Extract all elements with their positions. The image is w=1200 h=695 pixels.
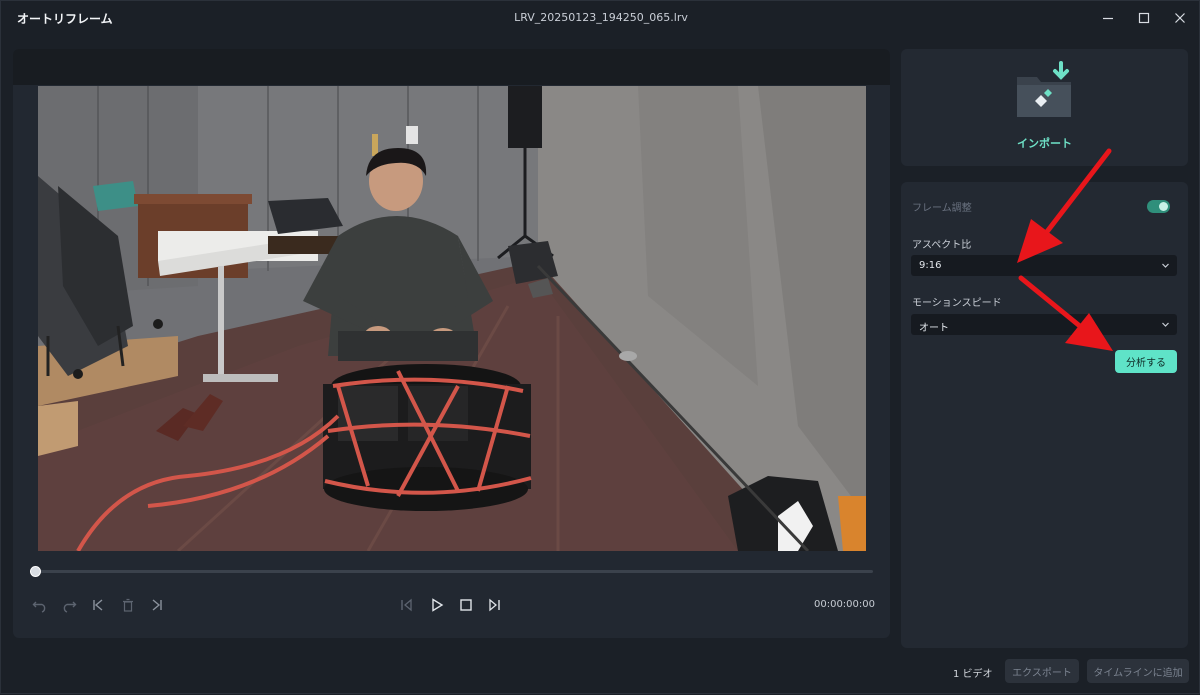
chevron-down-icon	[1162, 322, 1169, 327]
video-frame-image	[38, 86, 866, 551]
preview-panel: 00:00:00:00	[13, 49, 890, 638]
aspect-ratio-value: 9:16	[919, 260, 942, 271]
motion-speed-select[interactable]: オート	[911, 314, 1177, 335]
go-to-start-button[interactable]	[88, 595, 108, 615]
step-back-icon	[401, 598, 412, 612]
redo-button[interactable]	[59, 595, 79, 615]
play-icon	[432, 598, 444, 612]
reframe-settings-panel: フレーム調整 アスペクト比 9:16 モーションスピード オート 分析する	[901, 182, 1188, 648]
close-icon	[1175, 13, 1185, 23]
import-label: インポート	[1017, 137, 1072, 150]
aspect-ratio-select[interactable]: 9:16	[911, 255, 1177, 276]
add-to-timeline-button[interactable]: タイムラインに追加	[1087, 659, 1189, 683]
previous-frame-button[interactable]	[396, 595, 416, 615]
go-to-end-button[interactable]	[147, 595, 167, 615]
skip-end-icon	[152, 599, 162, 611]
timeline-track[interactable]	[36, 570, 873, 573]
stop-icon	[460, 599, 472, 611]
import-folder-icon	[1017, 61, 1071, 117]
auto-reframe-window: オートリフレーム LRV_20250123_194250_065.lrv 00:…	[0, 0, 1200, 694]
close-button[interactable]	[1163, 5, 1197, 31]
frame-adjust-toggle[interactable]	[1147, 200, 1170, 213]
step-forward-icon	[489, 598, 500, 612]
export-button[interactable]: エクスポート	[1005, 659, 1079, 683]
file-name: LRV_20250123_194250_065.lrv	[514, 11, 688, 24]
minimize-icon	[1103, 17, 1113, 20]
skip-start-icon	[93, 599, 103, 611]
redo-icon	[63, 601, 77, 613]
analyze-button[interactable]: 分析する	[1115, 350, 1177, 373]
play-button[interactable]	[427, 595, 447, 615]
maximize-icon	[1138, 12, 1150, 24]
undo-button[interactable]	[30, 595, 50, 615]
delete-button[interactable]	[118, 595, 138, 615]
trash-icon	[123, 598, 133, 612]
timecode-display: 00:00:00:00	[813, 599, 875, 610]
maximize-button[interactable]	[1127, 5, 1161, 31]
minimize-button[interactable]	[1091, 5, 1125, 31]
aspect-ratio-label: アスペクト比	[912, 240, 972, 251]
frame-adjust-label: フレーム調整	[912, 203, 972, 214]
undo-icon	[32, 601, 46, 613]
motion-speed-label: モーションスピード	[912, 298, 1002, 309]
chevron-down-icon	[1162, 263, 1169, 268]
title-bar: オートリフレーム LRV_20250123_194250_065.lrv	[1, 1, 1200, 35]
preview-header-bar	[13, 49, 890, 85]
motion-speed-value: オート	[919, 323, 949, 334]
video-count: 1 ビデオ	[953, 669, 993, 680]
playhead-handle[interactable]	[30, 566, 41, 577]
stop-button[interactable]	[456, 595, 476, 615]
next-frame-button[interactable]	[485, 595, 505, 615]
video-preview[interactable]	[38, 86, 866, 551]
import-panel[interactable]: インポート	[901, 49, 1188, 166]
